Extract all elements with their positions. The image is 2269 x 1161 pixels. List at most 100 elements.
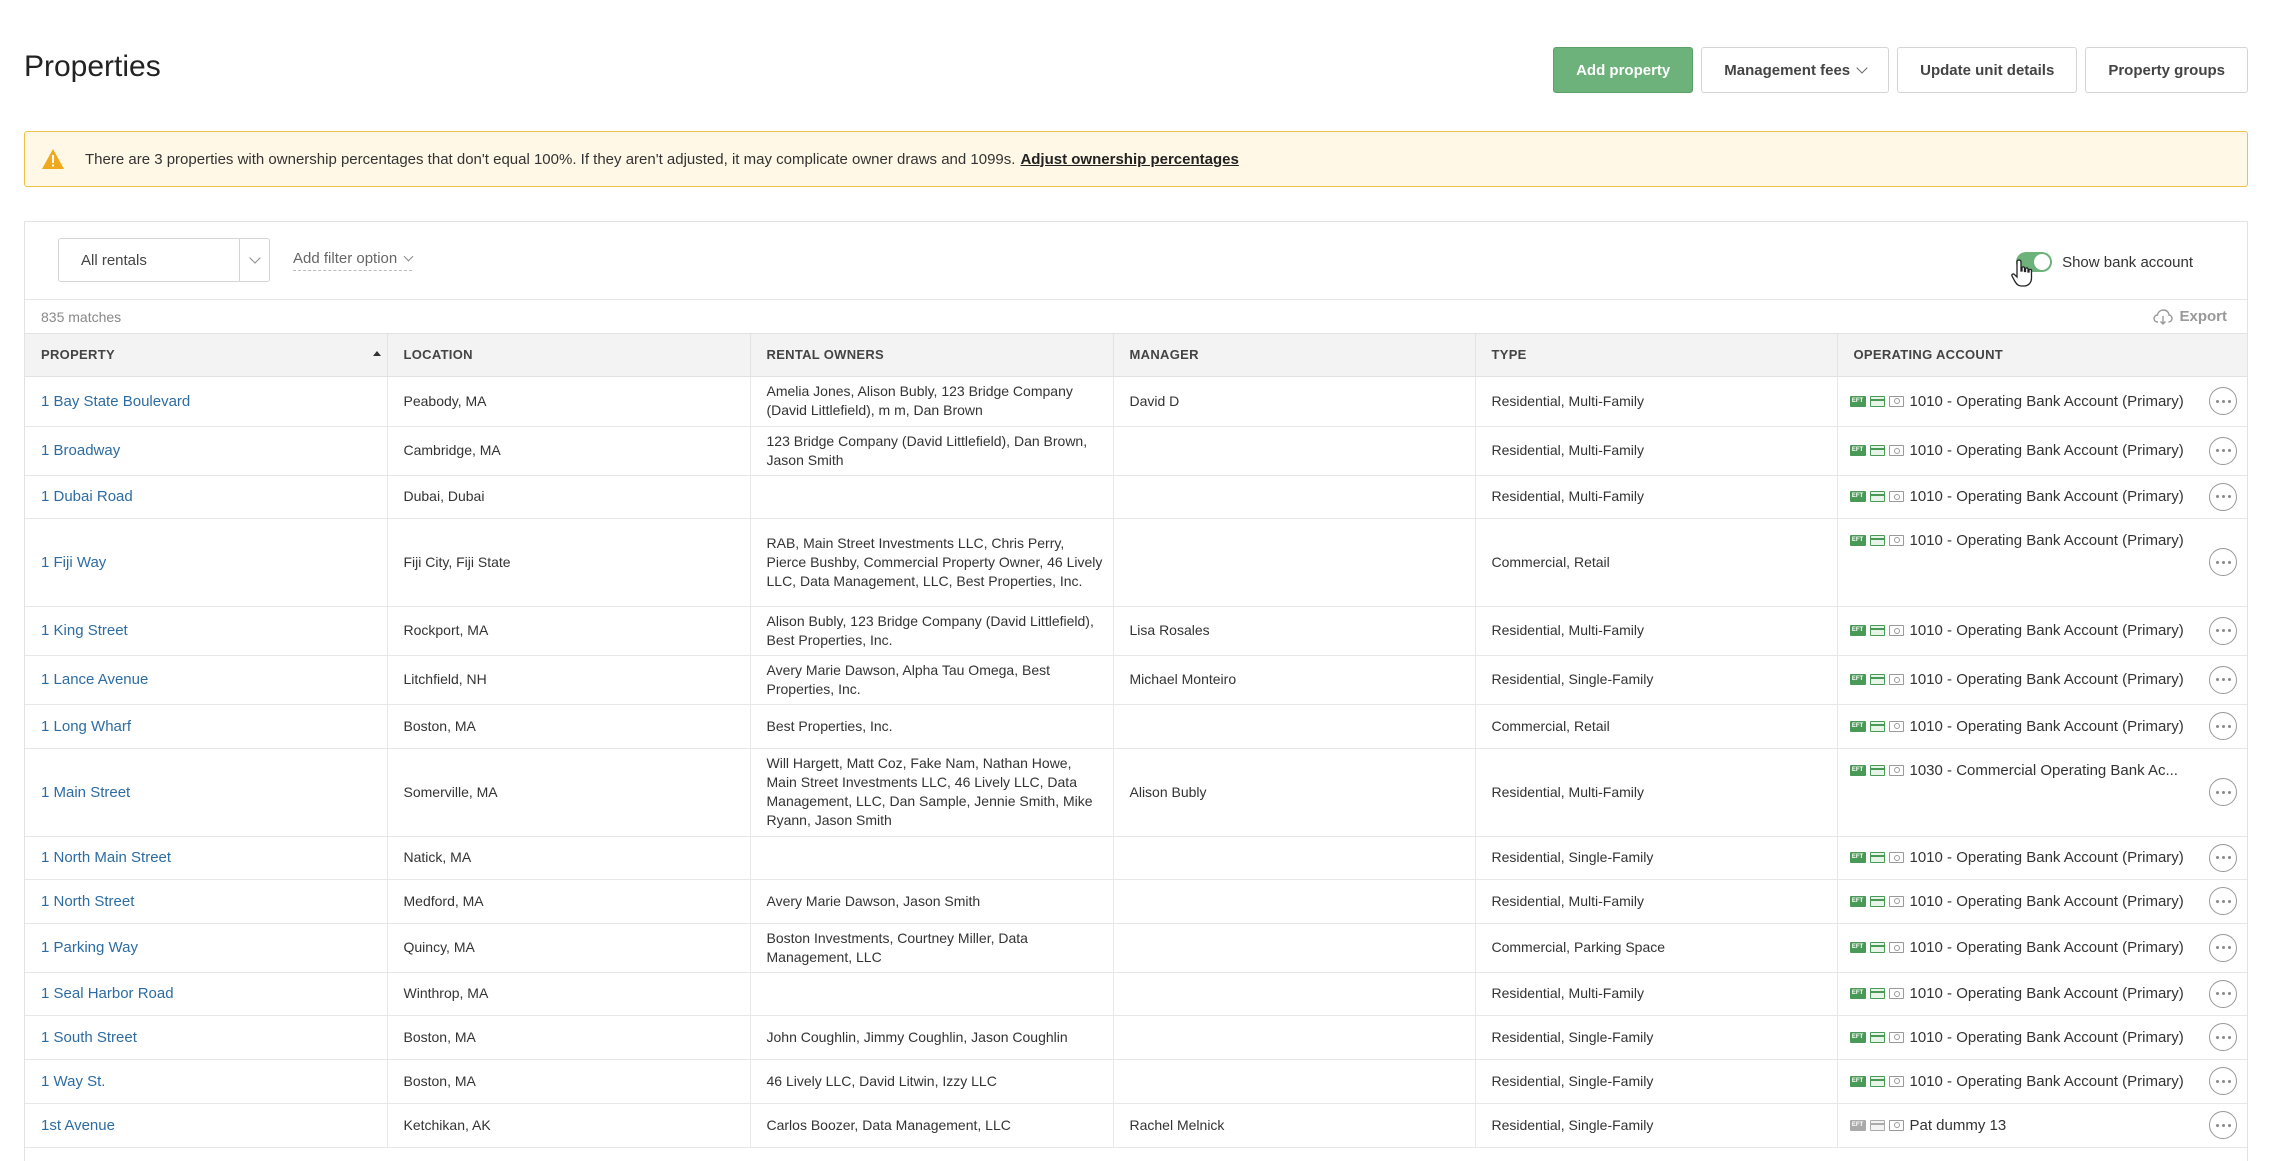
cash-icon (1888, 1119, 1904, 1131)
hand-cursor-icon (2011, 259, 2033, 287)
payment-method-icons: EFT (1849, 1119, 1904, 1131)
table-row[interactable]: 1 Dubai Road Dubai, Dubai Residential, Mul… (25, 475, 2247, 519)
column-header-manager[interactable]: MANAGER (1113, 334, 1476, 377)
table-row[interactable]: 1 South Street Boston, MA John Coughlin, J… (25, 1015, 2247, 1060)
rental-owners-cell: Boston Investments, Courtney Miller, Dat… (750, 923, 1114, 973)
payment-method-icons: EFT (1849, 852, 1904, 863)
more-options-icon[interactable] (2209, 1067, 2237, 1095)
credit-card-icon (1869, 534, 1885, 546)
operating-account: EFT 1010 - Operating Bank Account (Primar… (1849, 938, 2188, 957)
property-link[interactable]: 1 South Street (25, 1015, 388, 1060)
more-options-icon[interactable] (2209, 665, 2237, 694)
manager-cell (1113, 972, 1476, 1016)
credit-card-icon (1869, 852, 1885, 863)
table-row[interactable]: 1 Lance Avenue Litchfield, NH Avery Marie … (25, 655, 2247, 705)
operating-account-name: 1010 - Operating Bank Account (Primary) (1909, 622, 2184, 639)
table-row[interactable]: 1 Main Street Somerville, MA Will Hargett,… (25, 748, 2247, 837)
property-link[interactable]: 1 Seal Harbor Road (25, 972, 388, 1016)
property-link[interactable]: 1 Broadway (25, 426, 388, 476)
table-row[interactable]: 1 King Street Rockport, MA Alison Bubly, 1… (25, 606, 2247, 656)
cash-icon (1888, 395, 1904, 407)
operating-account-cell: EFT Pat dummy 13 (1837, 1103, 2247, 1148)
property-link[interactable]: 1 Bay State Boulevard (25, 376, 388, 427)
manager-cell (1113, 1015, 1476, 1060)
more-options-icon[interactable] (2209, 778, 2237, 806)
table-row[interactable]: 1 Bay State Boulevard Peabody, MA Amelia J… (25, 376, 2247, 427)
credit-card-icon (1869, 764, 1885, 776)
warning-message: There are 3 properties with ownership pe… (85, 150, 1016, 168)
operating-account-cell: EFT 1010 - Operating Bank Account (Primar… (1837, 879, 2247, 924)
eft-icon: EFT (1849, 852, 1866, 863)
property-link[interactable]: 1 Dubai Road (25, 475, 388, 519)
table-row[interactable]: 1 Parking Way Quincy, MA Boston Investment… (25, 923, 2247, 973)
property-link[interactable]: 1 North Main Street (25, 836, 388, 880)
property-link[interactable]: 1 North Street (25, 879, 388, 924)
location-cell: Boston, MA (387, 1059, 751, 1104)
eft-icon: EFT (1849, 1119, 1866, 1131)
more-options-icon[interactable] (2209, 979, 2237, 1008)
payment-method-icons: EFT (1849, 445, 1904, 456)
property-link[interactable]: 1 Main Street (25, 748, 388, 837)
rentals-select-value: All rentals (81, 251, 147, 269)
operating-account-name: 1030 - Commercial Operating Bank Ac... (1909, 761, 2178, 779)
operating-account-name: 1010 - Operating Bank Account (Primary) (1909, 892, 2184, 910)
more-options-icon[interactable] (2209, 933, 2237, 962)
type-cell: Residential, Single-Family (1475, 1103, 1838, 1148)
table-row[interactable]: 1 Long Wharf Boston, MA Best Properties, I… (25, 704, 2247, 749)
operating-account: EFT 1010 - Operating Bank Account (Primar… (1849, 392, 2188, 411)
operating-account: EFT 1010 - Operating Bank Account (Primar… (1849, 892, 2188, 911)
table-row[interactable]: 1 Broadway Cambridge, MA 123 Bridge Compan… (25, 426, 2247, 476)
more-options-icon[interactable] (2209, 482, 2237, 511)
add-property-button[interactable]: Add property (1553, 47, 1694, 93)
operating-account: EFT 1010 - Operating Bank Account (Primar… (1849, 670, 2188, 689)
more-options-icon[interactable] (2209, 436, 2237, 465)
table-row[interactable]: 1 Seal Harbor Road Winthrop, MA Residentia… (25, 972, 2247, 1016)
location-cell: Peabody, MA (387, 376, 751, 427)
table-row[interactable]: 1st Avenue Ketchikan, AK Carlos Boozer, Da… (25, 1103, 2247, 1148)
column-header-property[interactable]: PROPERTY (25, 334, 388, 377)
cash-icon (1888, 1031, 1904, 1043)
property-link[interactable]: 1 King Street (25, 606, 388, 656)
property-link[interactable]: 1 Parking Way (25, 923, 388, 973)
table-row[interactable]: 1 Fiji Way Fiji City, Fiji State RAB, Main… (25, 518, 2247, 607)
table-row[interactable]: 1 North Street Medford, MA Avery Marie Daw… (25, 879, 2247, 924)
more-options-icon[interactable] (2209, 616, 2237, 645)
add-filter-option[interactable]: Add filter option (293, 250, 414, 271)
filter-bar: All rentals Add filter option Show bank … (25, 222, 2247, 300)
cash-icon (1888, 445, 1904, 456)
rental-owners-cell: Alison Bubly, 123 Bridge Company (David … (750, 606, 1114, 656)
property-link[interactable]: 1 Fiji Way (25, 518, 388, 607)
more-options-icon[interactable] (2209, 387, 2237, 415)
management-fees-dropdown[interactable]: Management fees (1701, 47, 1890, 93)
operating-account-cell: EFT 1010 - Operating Bank Account (Primar… (1837, 376, 2247, 427)
table-row[interactable]: 1 North Main Street Natick, MA Residential… (25, 836, 2247, 880)
export-button[interactable]: Export (2153, 308, 2227, 325)
column-header-rental-owners[interactable]: RENTAL OWNERS (750, 334, 1114, 377)
property-link[interactable]: 1 Way St. (25, 1059, 388, 1104)
credit-card-icon (1869, 1031, 1885, 1043)
table-row[interactable]: 1 Way St. Boston, MA 46 Lively LLC, David … (25, 1059, 2247, 1104)
column-header-type[interactable]: TYPE (1475, 334, 1838, 377)
update-unit-details-button[interactable]: Update unit details (1897, 47, 2078, 93)
more-options-icon[interactable] (2209, 548, 2237, 576)
add-filter-label: Add filter option (293, 250, 398, 267)
adjust-ownership-link[interactable]: Adjust ownership percentages (1020, 151, 1238, 168)
property-groups-button[interactable]: Property groups (2085, 47, 2248, 93)
property-link[interactable]: 1st Avenue (25, 1103, 388, 1148)
property-link[interactable]: 1 Lance Avenue (25, 655, 388, 705)
more-options-icon[interactable] (2209, 1023, 2237, 1051)
column-header-operating-account[interactable]: OPERATING ACCOUNT (1837, 334, 2247, 377)
column-header-location[interactable]: LOCATION (387, 334, 751, 377)
rental-owners-cell: Carlos Boozer, Data Management, LLC (750, 1103, 1114, 1148)
cash-icon (1888, 942, 1904, 953)
eft-icon: EFT (1849, 625, 1866, 636)
cash-icon (1888, 852, 1904, 863)
more-options-icon[interactable] (2209, 1111, 2237, 1139)
location-cell: Somerville, MA (387, 748, 751, 837)
rentals-select[interactable]: All rentals (58, 238, 270, 282)
more-options-icon[interactable] (2209, 887, 2237, 915)
credit-card-icon (1869, 720, 1885, 732)
property-link[interactable]: 1 Long Wharf (25, 704, 388, 749)
more-options-icon[interactable] (2209, 712, 2237, 740)
more-options-icon[interactable] (2209, 843, 2237, 872)
